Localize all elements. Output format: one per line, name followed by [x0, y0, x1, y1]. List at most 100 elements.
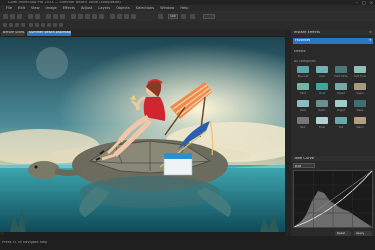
effect-tile-label: Retro [318, 108, 326, 112]
redo-icon[interactable] [35, 13, 40, 19]
shape-icon[interactable] [41, 23, 45, 27]
zoom-icon[interactable] [21, 23, 25, 27]
select-icon[interactable] [3, 23, 7, 27]
effect-tile[interactable] [354, 83, 366, 90]
canvas-photo [0, 37, 285, 232]
effect-tile[interactable] [316, 83, 328, 90]
right-panel: Instant Effects × Favorites ▾ Effects Al… [291, 30, 375, 236]
grid-icon[interactable] [53, 23, 57, 27]
effect-tile-label: Bright [337, 108, 345, 112]
move-icon[interactable] [9, 23, 13, 27]
text-icon[interactable] [71, 13, 76, 19]
effect-tile[interactable] [316, 117, 328, 124]
moon [36, 47, 68, 79]
effects-grid: Blue Lift Cool Dark Fade Soft Tone Mint Vivid… [291, 66, 375, 136]
menu-layers[interactable]: Layers [98, 6, 110, 10]
effect-tile-label: Dark Fade [334, 74, 348, 78]
effect-tile-label: Frost [318, 125, 326, 129]
zoom-value: 100 [170, 15, 176, 18]
ruler-icon[interactable] [59, 23, 63, 27]
gear-icon[interactable] [131, 13, 136, 19]
crop-icon[interactable] [46, 13, 51, 19]
menu-view[interactable]: View [31, 6, 40, 10]
dropdown-value: Favorites [295, 39, 311, 42]
effect-tile[interactable] [335, 66, 347, 73]
effect-tile[interactable] [297, 83, 309, 90]
effect-tile[interactable] [335, 83, 347, 90]
zoom-field[interactable]: 100 [168, 13, 178, 19]
effect-tile[interactable] [297, 66, 309, 73]
effect-tile[interactable] [297, 100, 309, 107]
dropper-icon[interactable] [29, 23, 33, 27]
channel-dropdown[interactable]: RGB [293, 163, 315, 168]
reset-label: Reset [337, 231, 346, 235]
menu-selections[interactable]: Selections [136, 6, 154, 10]
effect-tile-label: Glow [299, 108, 307, 112]
tab-before-sides[interactable]: Before Sides.psd [1, 30, 25, 36]
tab-label: Summer beach.pspimage [29, 30, 71, 34]
menu-image[interactable]: Image [46, 6, 57, 10]
effect-tile[interactable] [316, 100, 328, 107]
effect-tile-label: Noir [300, 125, 306, 129]
layers-icon[interactable] [110, 13, 115, 19]
effect-tile-label: Mint [300, 91, 306, 95]
tab-summer-beach[interactable]: Summer beach.pspimage [27, 30, 71, 36]
panel-title: Instant Effects [294, 30, 320, 34]
effect-tile-label: Vivid [318, 91, 326, 95]
fit-window-icon[interactable] [190, 13, 195, 19]
brush-icon[interactable] [78, 13, 83, 19]
instant-effects-header[interactable]: Instant Effects × [291, 30, 375, 35]
save-icon[interactable] [17, 13, 22, 19]
resize-icon[interactable] [53, 13, 58, 19]
document-tabs: Before Sides.psd Summer beach.pspimage [0, 30, 285, 36]
zoom-out-icon[interactable] [158, 13, 163, 19]
effect-tile[interactable] [354, 66, 366, 73]
effect-tile-label: Cool [319, 74, 325, 78]
menu-help[interactable]: Help [180, 6, 188, 10]
fill-icon[interactable] [99, 13, 104, 19]
status-text: Press F1 to navigate help [2, 241, 48, 244]
close-icon[interactable]: × [369, 31, 372, 35]
adjust-icon[interactable] [117, 13, 122, 19]
pan-icon[interactable] [15, 23, 19, 27]
effect-tile[interactable] [316, 66, 328, 73]
workspace-dropdown[interactable] [203, 13, 215, 19]
section-sublabel: All categories [294, 60, 316, 63]
zoom-in-icon[interactable] [181, 13, 186, 19]
menu-objects[interactable]: Objects [116, 6, 130, 10]
clone-icon[interactable] [92, 13, 97, 19]
effect-tile[interactable] [335, 100, 347, 107]
tone-curve-header[interactable]: Tone Curve [291, 156, 375, 161]
effect-tile-label: Blue Lift [297, 74, 309, 78]
pen-icon[interactable] [35, 23, 39, 27]
effect-tile-label: Warm [356, 125, 364, 129]
apply-label: Apply [356, 231, 365, 235]
menu-edit[interactable]: Edit [18, 6, 25, 10]
open-file-icon[interactable] [10, 13, 15, 19]
effect-tile[interactable] [335, 117, 347, 124]
image-canvas[interactable] [0, 37, 285, 232]
section-label: Effects [294, 50, 306, 53]
category-dropdown[interactable]: Favorites ▾ [293, 38, 373, 44]
effect-tile-label: Soft Tone [354, 74, 366, 78]
effect-tile-label: Sepia [356, 91, 364, 95]
tone-curve-graph[interactable] [293, 170, 373, 228]
effect-tile-label: Faded [337, 91, 345, 95]
menu-window[interactable]: Window [160, 6, 174, 10]
rotate-icon[interactable] [60, 13, 65, 19]
new-file-icon[interactable] [3, 13, 8, 19]
panel-title: Tone Curve [294, 156, 315, 160]
menu-adjust[interactable]: Adjust [81, 6, 92, 10]
effect-tile-label: Tint [338, 125, 344, 129]
effects-icon[interactable] [124, 13, 129, 19]
eraser-icon[interactable] [85, 13, 90, 19]
chevron-down-icon: ▾ [369, 39, 371, 42]
menu-effects[interactable]: Effects [63, 6, 75, 10]
effect-tile[interactable] [297, 117, 309, 124]
effect-tile[interactable] [354, 117, 366, 124]
channel-value: RGB [295, 164, 302, 168]
undo-icon[interactable] [28, 13, 33, 19]
star-icon[interactable] [47, 23, 51, 27]
menu-file[interactable]: File [6, 6, 12, 10]
effect-tile[interactable] [354, 100, 366, 107]
